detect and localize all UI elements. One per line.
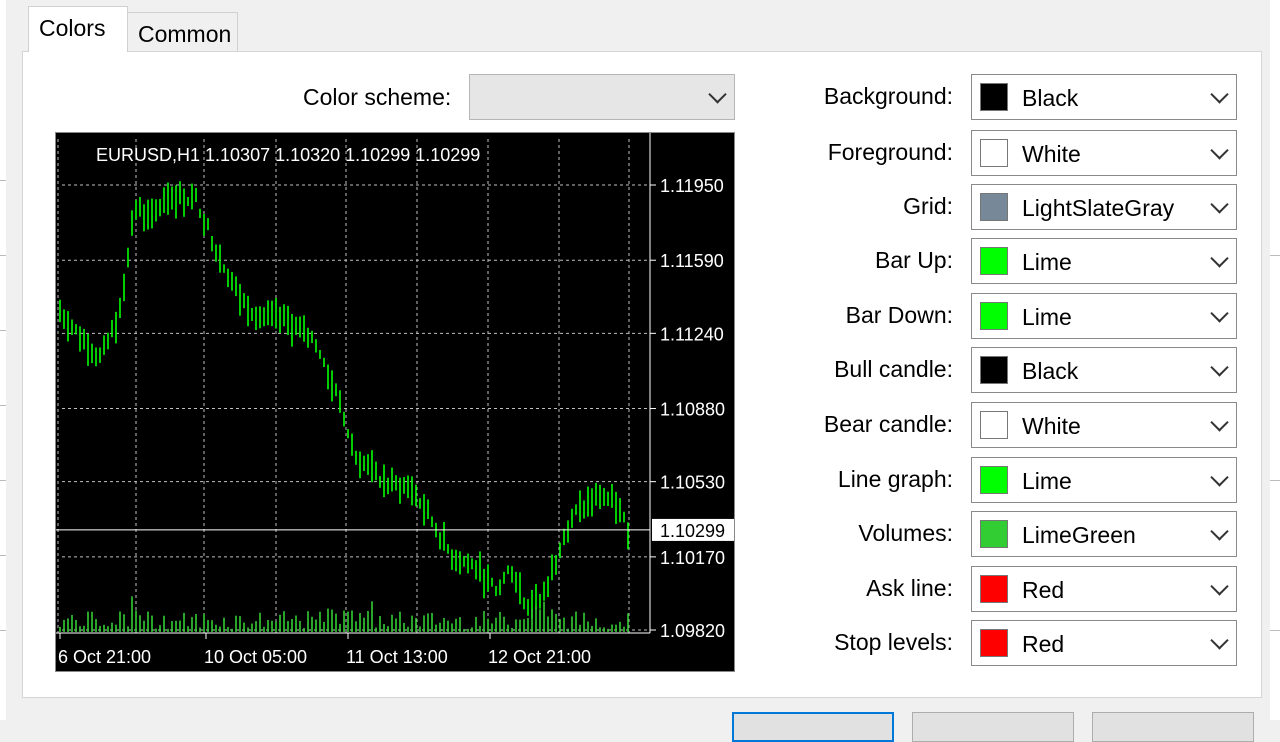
chevron-down-icon <box>1210 522 1229 541</box>
chevron-down-icon <box>1210 249 1229 268</box>
foreground-color-select[interactable]: White <box>971 130 1237 176</box>
bar-up-label: Bar Up: <box>875 247 953 273</box>
chevron-down-icon <box>1210 631 1229 650</box>
chevron-down-icon <box>1210 304 1229 323</box>
color-swatch <box>980 83 1008 111</box>
ask-line-label: Ask line: <box>866 575 953 601</box>
color-swatch <box>980 629 1008 657</box>
foreground-label: Foreground: <box>827 139 953 165</box>
price-label: 1.10170 <box>660 548 725 568</box>
bar-up-color-select[interactable]: Lime <box>971 238 1237 284</box>
bear-candle-color-select[interactable]: White <box>971 402 1237 448</box>
color-swatch <box>980 302 1008 330</box>
properties-dialog: Colors Common Color scheme: 1.11950 1.115… <box>6 0 1270 742</box>
color-swatch <box>980 520 1008 548</box>
color-name: Red <box>1022 631 1065 657</box>
tab-common[interactable]: Common <box>127 12 238 52</box>
ask-line-color-select[interactable]: Red <box>971 566 1237 612</box>
chart-preview: 1.11950 1.11590 1.11240 1.10880 1.10530 1.101… <box>55 132 735 672</box>
chevron-down-icon <box>1210 358 1229 377</box>
color-swatch <box>980 575 1008 603</box>
grid-label: Grid: <box>903 193 953 219</box>
color-name: Red <box>1022 577 1065 603</box>
color-name: Lime <box>1022 304 1072 330</box>
volumes-label: Volumes: <box>858 520 953 546</box>
color-name: Black <box>1022 85 1079 111</box>
color-swatch <box>980 411 1008 439</box>
bear-candle-label: Bear candle: <box>823 411 953 437</box>
bar-down-label: Bar Down: <box>845 302 953 328</box>
color-name: Lime <box>1022 249 1072 275</box>
color-swatch <box>980 466 1008 494</box>
line-graph-color-select[interactable]: Lime <box>971 457 1237 503</box>
chevron-down-icon <box>1210 577 1229 596</box>
bull-candle-color-select[interactable]: Black <box>971 347 1237 393</box>
color-swatch <box>980 193 1008 221</box>
color-swatch <box>980 139 1008 167</box>
right-window-edge <box>1269 0 1280 720</box>
color-scheme-label: Color scheme: <box>303 84 452 110</box>
ok-button[interactable] <box>732 712 894 742</box>
cancel-button[interactable] <box>912 712 1074 742</box>
chart-preview-canvas: 1.119501.115901.112401.108801.105301.101… <box>56 133 734 667</box>
time-label: 11 Oct 13:00 <box>346 647 448 667</box>
reset-button[interactable] <box>1092 712 1254 742</box>
time-label: 6 Oct 21:00 <box>58 647 151 667</box>
chart-header: EURUSD,H1 1.10307 1.10320 1.10299 1.1029… <box>96 145 480 165</box>
background-color-select[interactable]: Black <box>971 74 1237 120</box>
color-name: LimeGreen <box>1022 522 1136 548</box>
color-name: Lime <box>1022 468 1072 494</box>
stop-levels-label: Stop levels: <box>834 629 953 655</box>
stop-levels-color-select[interactable]: Red <box>971 620 1237 666</box>
color-swatch <box>980 247 1008 275</box>
color-swatch <box>980 356 1008 384</box>
color-name: White <box>1022 413 1081 439</box>
chevron-down-icon <box>1210 141 1229 160</box>
volumes-color-select[interactable]: LimeGreen <box>971 511 1237 557</box>
bull-candle-label: Bull candle: <box>834 356 953 382</box>
chevron-down-icon <box>1210 413 1229 432</box>
line-graph-label: Line graph: <box>837 466 953 492</box>
tab-colors[interactable]: Colors <box>28 6 128 52</box>
bar-down-color-select[interactable]: Lime <box>971 293 1237 339</box>
color-name: LightSlateGray <box>1022 195 1175 221</box>
background-label: Background: <box>823 83 953 109</box>
chevron-down-icon <box>1210 85 1229 104</box>
chevron-down-icon <box>1210 195 1229 214</box>
colors-panel: Color scheme: 1.11950 1.11590 1.11240 1.108… <box>22 51 1262 698</box>
chevron-down-icon <box>1210 468 1229 487</box>
time-label: 12 Oct 21:00 <box>488 647 591 667</box>
color-name: Black <box>1022 358 1079 384</box>
grid-color-select[interactable]: LightSlateGray <box>971 184 1237 230</box>
time-label: 10 Oct 05:00 <box>204 647 307 667</box>
color-name: White <box>1022 141 1081 167</box>
